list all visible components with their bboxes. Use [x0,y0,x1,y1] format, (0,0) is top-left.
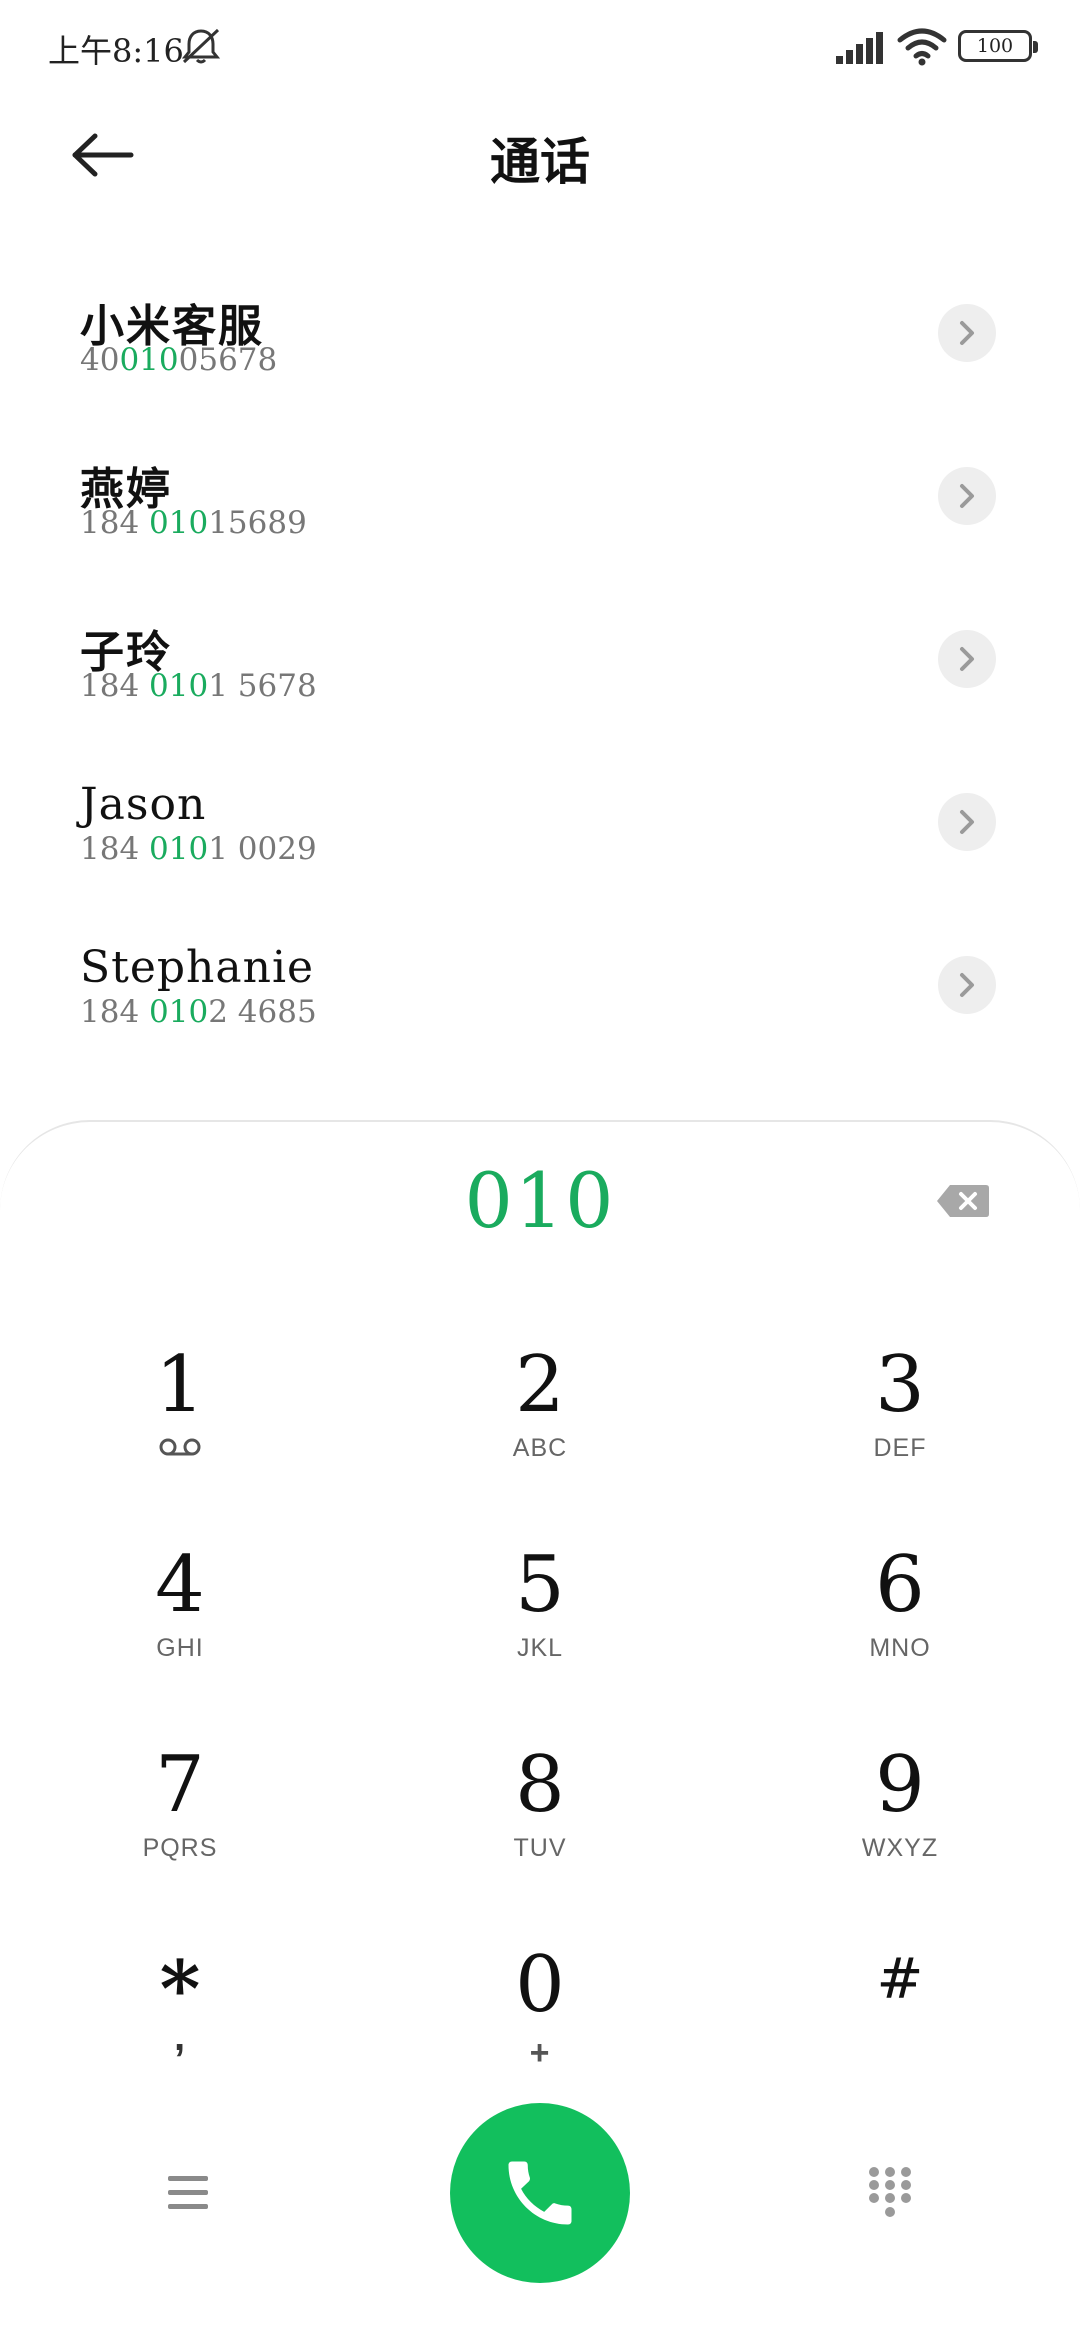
key-digit: 9 [875,1740,925,1830]
contact-detail-button[interactable] [938,467,996,525]
number-suffix: 05678 [178,342,278,378]
key-5[interactable]: 5 JKL [420,1540,660,1720]
contact-detail-button[interactable] [938,304,996,362]
battery-level: 100 [976,35,1014,57]
contact-name: Jason [80,779,207,830]
contact-detail-button[interactable] [938,956,996,1014]
chevron-right-icon [960,321,974,345]
dialpad-toggle-button[interactable] [866,2164,914,2222]
key-letters: PQRS [142,1834,218,1862]
number-match: 010 [149,831,209,867]
key-digit: 0 [515,1940,565,2030]
number-prefix: 40 [80,342,120,378]
wifi-icon [897,28,947,66]
contact-row[interactable]: 燕婷 184 01015689 [0,421,1080,584]
number-prefix: 184 [80,831,150,867]
number-prefix: 184 [80,994,150,1030]
contact-row[interactable]: 子玲 184 0101 5678 [0,584,1080,747]
key-letters: + [529,2034,551,2072]
number-suffix: 1 5678 [208,668,317,704]
key-letters: ABC [512,1434,568,1462]
key-letters: , [173,2015,187,2059]
key-hash[interactable]: # [780,1935,1020,2115]
menu-button[interactable] [164,2170,214,2216]
contact-number: 184 01015689 [80,505,307,541]
key-letters: JKL [516,1634,564,1662]
key-letters: MNO [869,1634,931,1662]
key-digit: 8 [515,1740,565,1830]
number-match: 010 [149,668,209,704]
key-9[interactable]: 9 WXYZ [780,1740,1020,1920]
contact-name: Stephanie [80,942,315,993]
status-time: 上午8:16 [48,32,184,70]
number-match: 010 [149,505,209,541]
key-0[interactable]: 0 + [420,1940,660,2120]
contact-detail-button[interactable] [938,793,996,851]
key-4[interactable]: 4 GHI [60,1540,300,1720]
key-digit: 5 [515,1540,565,1630]
number-match: 010 [149,994,209,1030]
contact-row[interactable]: Stephanie 184 0102 4685 [0,910,1080,1073]
key-digit: 4 [155,1540,205,1630]
chevron-right-icon [960,810,974,834]
signal-icon [836,32,883,64]
key-7[interactable]: 7 PQRS [60,1740,300,1920]
backspace-icon [937,1185,989,1217]
chevron-right-icon [960,484,974,508]
key-3[interactable]: 3 DEF [780,1340,1020,1520]
number-suffix: 15689 [208,505,307,541]
key-digit: 2 [515,1340,565,1430]
hamburger-menu-icon [168,2176,208,2209]
status-bar: 上午8:16 100 [0,0,1080,96]
key-2[interactable]: 2 ABC [420,1340,660,1520]
contact-list: 小米客服 4001005678 燕婷 184 01015689 子玲 184 0… [0,258,1080,1073]
contact-row[interactable]: Jason 184 0101 0029 [0,747,1080,910]
key-digit: # [876,1947,924,2012]
key-star[interactable]: * , [60,1945,300,2125]
bell-muted-icon [181,28,221,64]
contact-number: 4001005678 [80,342,277,378]
key-1[interactable]: 1 [60,1340,300,1520]
key-6[interactable]: 6 MNO [780,1540,1020,1720]
dialpad-icon [869,2167,911,2217]
key-8[interactable]: 8 TUV [420,1740,660,1920]
key-digit: 1 [155,1340,205,1430]
key-digit: 7 [155,1740,205,1830]
contact-number: 184 0101 0029 [80,831,317,867]
key-digit: 6 [875,1540,925,1630]
dialed-number-display[interactable]: 010 [0,1156,1080,1245]
key-letters: WXYZ [861,1834,939,1862]
battery-icon: 100 [958,30,1038,62]
contact-row[interactable]: 小米客服 4001005678 [0,258,1080,421]
number-prefix: 184 [80,505,150,541]
backspace-button[interactable] [936,1182,990,1220]
phone-icon [508,2161,572,2225]
chevron-right-icon [960,973,974,997]
contact-detail-button[interactable] [938,630,996,688]
contact-number: 184 0102 4685 [80,994,317,1030]
number-prefix: 184 [80,668,150,704]
number-suffix: 2 4685 [208,994,317,1030]
page-title: 通话 [490,132,590,191]
chevron-right-icon [960,647,974,671]
key-letters: GHI [156,1634,204,1662]
number-match: 010 [119,342,179,378]
contact-number: 184 0101 5678 [80,668,317,704]
voicemail-icon [159,1438,201,1456]
key-digit: 3 [875,1340,925,1430]
number-suffix: 1 0029 [208,831,317,867]
call-button[interactable] [450,2103,630,2283]
key-letters: DEF [873,1434,927,1462]
key-letters: TUV [513,1834,567,1862]
